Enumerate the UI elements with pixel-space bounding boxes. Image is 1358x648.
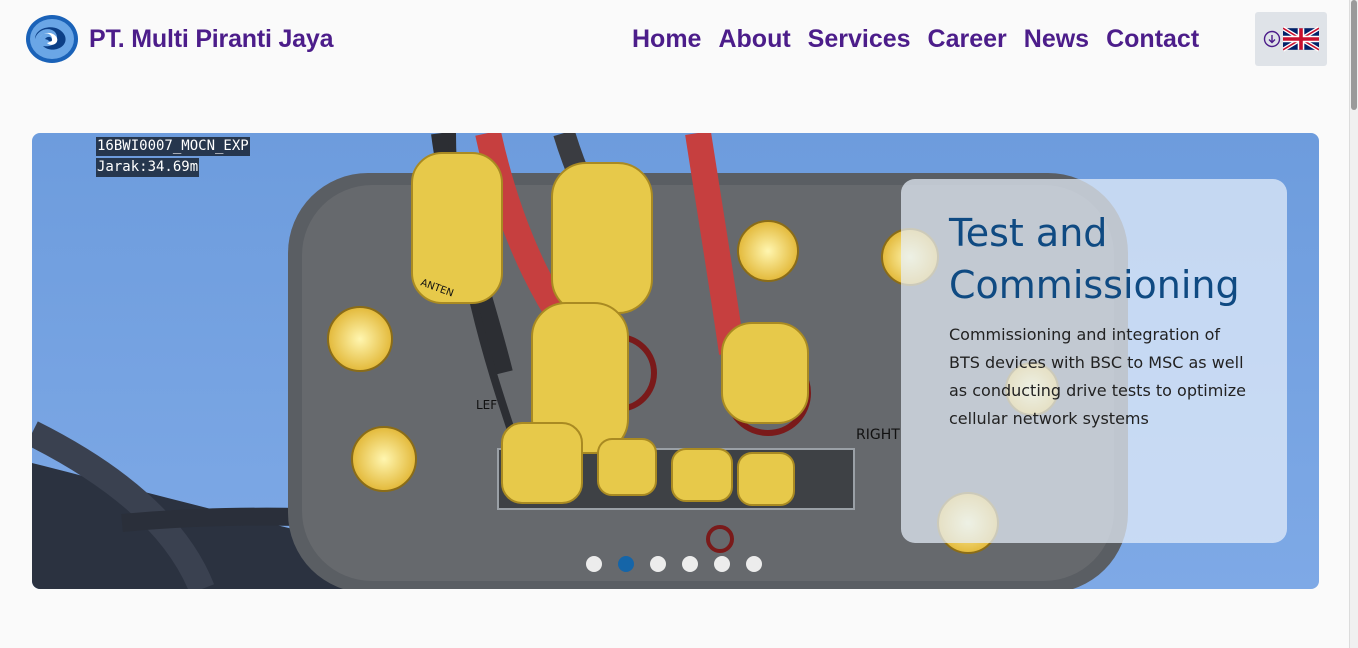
slide-dot-3[interactable] [650, 556, 666, 572]
photo-site-id: 16BWI0007_MOCN_EXP [96, 137, 250, 156]
nav-home[interactable]: Home [632, 22, 701, 56]
page-scrollbar[interactable] [1349, 0, 1358, 648]
circle-arrow-down-icon [1263, 30, 1281, 48]
slide-title: Test and Commissioning [949, 211, 1240, 307]
slide-dot-4[interactable] [682, 556, 698, 572]
scrollbar-thumb[interactable] [1351, 0, 1357, 110]
logo-swirl-icon [26, 15, 78, 63]
hero-slider[interactable]: RIGHT LEF ANTEN 16BWI0007_MOCN_EXP Jarak… [32, 133, 1319, 589]
photo-overlay-labels: 16BWI0007_MOCN_EXP Jarak:34.69m [96, 137, 250, 179]
slide-dot-2[interactable] [618, 556, 634, 572]
nav-contact[interactable]: Contact [1106, 22, 1199, 56]
photo-label-right: RIGHT [856, 427, 900, 443]
language-selector[interactable] [1255, 12, 1327, 66]
nav-about[interactable]: About [718, 22, 790, 56]
slide-caption-card: Test and Commissioning Commissioning and… [901, 179, 1287, 543]
nav-services[interactable]: Services [808, 22, 911, 56]
company-logo[interactable]: PT. Multi Piranti Jaya [25, 14, 333, 64]
uk-flag-icon [1283, 26, 1319, 52]
slide-description: Commissioning and integration of BTS dev… [949, 325, 1246, 428]
main-nav: Home About Services Career News Contact [632, 22, 1199, 56]
slide-dot-6[interactable] [746, 556, 762, 572]
slide-dot-5[interactable] [714, 556, 730, 572]
photo-distance: Jarak:34.69m [96, 158, 200, 177]
brand-name: PT. Multi Piranti Jaya [89, 24, 334, 53]
nav-career[interactable]: Career [928, 22, 1007, 56]
slider-pagination [586, 556, 778, 572]
photo-label-left: LEF [476, 398, 497, 412]
slide-dot-1[interactable] [586, 556, 602, 572]
nav-news[interactable]: News [1024, 22, 1089, 56]
